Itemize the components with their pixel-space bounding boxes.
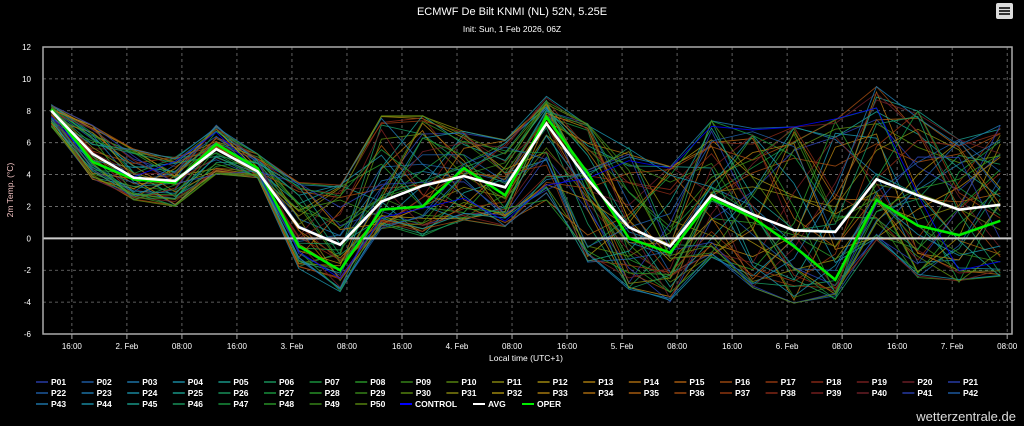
x-tick-label: 16:00 xyxy=(227,342,248,351)
legend-item-p14: P14 xyxy=(644,377,659,387)
chart-menu-button[interactable] xyxy=(996,3,1013,19)
x-tick-label: 4. Feb xyxy=(446,342,469,351)
x-tick-label: 16:00 xyxy=(887,342,908,351)
legend-item-p41: P41 xyxy=(917,388,932,398)
x-tick-label: 08:00 xyxy=(172,342,193,351)
y-tick-label: 6 xyxy=(27,139,32,148)
y-axis-label: 2m Temp. (°C) xyxy=(5,162,15,217)
legend-item-p10: P10 xyxy=(461,377,476,387)
legend-item-p25: P25 xyxy=(188,388,203,398)
y-tick-label: -2 xyxy=(24,266,32,275)
x-tick-label: 2. Feb xyxy=(116,342,139,351)
x-tick-label: 08:00 xyxy=(337,342,358,351)
y-tick-label: 4 xyxy=(27,171,32,180)
y-tick-label: -4 xyxy=(24,298,32,307)
legend-item-p49: P49 xyxy=(325,399,340,409)
legend-item-p08: P08 xyxy=(370,377,385,387)
x-tick-label: 3. Feb xyxy=(281,342,304,351)
x-tick-label: 16:00 xyxy=(557,342,578,351)
legend-item-p12: P12 xyxy=(553,377,568,387)
legend-item-p15: P15 xyxy=(689,377,704,387)
x-tick-label: 6. Feb xyxy=(776,342,799,351)
legend-item-p48: P48 xyxy=(279,399,294,409)
legend-item-control: CONTROL xyxy=(415,399,457,409)
x-tick-label: 16:00 xyxy=(722,342,743,351)
legend-item-p20: P20 xyxy=(917,377,932,387)
legend-item-p04: P04 xyxy=(188,377,203,387)
legend-item-p17: P17 xyxy=(781,377,796,387)
legend-item-p43: P43 xyxy=(51,399,66,409)
x-tick-label: 08:00 xyxy=(997,342,1018,351)
legend-item-avg: AVG xyxy=(488,399,506,409)
legend-item-p50: P50 xyxy=(370,399,385,409)
ensemble-chart: ECMWF De Bilt KNMI (NL) 52N, 5.25E Init:… xyxy=(5,6,1018,424)
legend-item-p13: P13 xyxy=(598,377,613,387)
x-axis-label: Local time (UTC+1) xyxy=(489,353,563,363)
legend-item-p38: P38 xyxy=(781,388,796,398)
legend-item-p39: P39 xyxy=(826,388,841,398)
legend-item-p06: P06 xyxy=(279,377,294,387)
y-tick-label: 12 xyxy=(22,43,31,52)
member-line-P04 xyxy=(51,109,1001,301)
legend-item-p26: P26 xyxy=(233,388,248,398)
legend-item-p18: P18 xyxy=(826,377,841,387)
y-tick-label: 2 xyxy=(27,202,32,211)
legend-item-p27: P27 xyxy=(279,388,294,398)
legend-item-p44: P44 xyxy=(97,399,112,409)
legend-item-p22: P22 xyxy=(51,388,66,398)
legend-item-p28: P28 xyxy=(325,388,340,398)
legend-item-p34: P34 xyxy=(598,388,613,398)
y-tick-label: -6 xyxy=(24,330,32,339)
legend-item-p47: P47 xyxy=(233,399,248,409)
legend-item-p19: P19 xyxy=(872,377,887,387)
legend-item-p37: P37 xyxy=(735,388,750,398)
legend-item-p23: P23 xyxy=(97,388,112,398)
legend-item-p46: P46 xyxy=(188,399,203,409)
legend-item-p02: P02 xyxy=(97,377,112,387)
member-line-P28 xyxy=(51,101,1001,293)
legend-item-p35: P35 xyxy=(644,388,659,398)
legend-item-p16: P16 xyxy=(735,377,750,387)
legend-item-p45: P45 xyxy=(142,399,157,409)
legend-item-p30: P30 xyxy=(416,388,431,398)
legend-item-p05: P05 xyxy=(233,377,248,387)
x-tick-label: 5. Feb xyxy=(611,342,634,351)
x-tick-label: 16:00 xyxy=(62,342,83,351)
legend-item-p07: P07 xyxy=(325,377,340,387)
legend-item-p36: P36 xyxy=(689,388,704,398)
legend-item-p29: P29 xyxy=(370,388,385,398)
legend-item-p42: P42 xyxy=(963,388,978,398)
x-tick-label: 08:00 xyxy=(667,342,688,351)
x-tick-label: 08:00 xyxy=(502,342,523,351)
legend-item-p03: P03 xyxy=(142,377,157,387)
legend-item-p33: P33 xyxy=(553,388,568,398)
legend-item-p32: P32 xyxy=(507,388,522,398)
x-tick-label: 7. Feb xyxy=(941,342,964,351)
chart-title: ECMWF De Bilt KNMI (NL) 52N, 5.25E xyxy=(417,6,607,18)
legend-item-oper: OPER xyxy=(537,399,561,409)
x-tick-label: 08:00 xyxy=(832,342,853,351)
x-tick-label: 16:00 xyxy=(392,342,413,351)
legend-item-p21: P21 xyxy=(963,377,978,387)
legend-item-p24: P24 xyxy=(142,388,157,398)
legend-item-p09: P09 xyxy=(416,377,431,387)
y-tick-label: 8 xyxy=(27,107,32,116)
legend-item-p11: P11 xyxy=(507,377,522,387)
legend-item-p31: P31 xyxy=(461,388,476,398)
legend-item-p01: P01 xyxy=(51,377,66,387)
chart-subtitle: Init: Sun, 1 Feb 2026, 06Z xyxy=(463,24,561,34)
y-tick-label: 0 xyxy=(27,234,32,243)
legend-item-p40: P40 xyxy=(872,388,887,398)
watermark: wetterzentrale.de xyxy=(915,409,1016,424)
y-tick-label: 10 xyxy=(22,75,31,84)
